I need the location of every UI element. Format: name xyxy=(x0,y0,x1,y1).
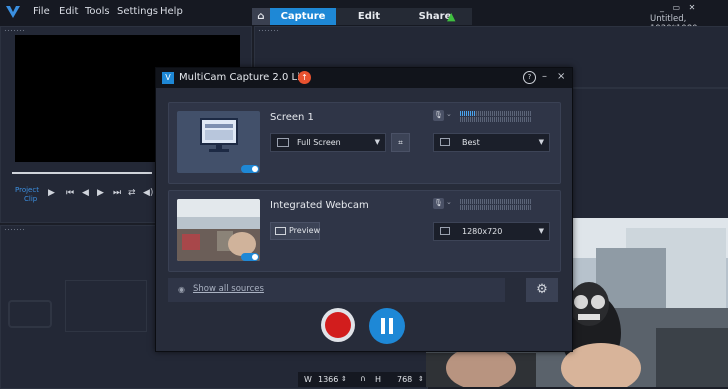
webcam-thumbnail xyxy=(177,199,260,261)
help-icon[interactable]: ? xyxy=(523,71,536,84)
capture-area-value: Full Screen xyxy=(297,138,341,147)
pause-button[interactable] xyxy=(369,308,405,344)
show-all-sources-link[interactable]: Show all sources xyxy=(193,284,264,294)
window-controls[interactable]: _ ▭ ✕ xyxy=(660,3,698,12)
camera-icon xyxy=(8,300,52,328)
resolution-icon xyxy=(440,227,450,235)
eye-hidden-icon: ◉ xyxy=(178,285,185,294)
audio-level-meter-track xyxy=(460,199,532,204)
mode-tabs: ⌂ Capture Edit Share xyxy=(252,8,472,25)
panel-grip xyxy=(4,228,26,231)
tab-share[interactable]: Share xyxy=(402,8,468,25)
audio-level-meter-track xyxy=(460,117,532,122)
close-icon[interactable]: × xyxy=(557,71,565,82)
minimize-icon[interactable]: – xyxy=(542,71,547,82)
tab-capture[interactable]: Capture xyxy=(270,8,336,25)
height-value[interactable]: 768 xyxy=(397,375,412,384)
record-button[interactable] xyxy=(321,308,355,342)
capture-size-bar: W 1366 ⇕ ∩ H 768 ⇕ xyxy=(298,372,426,387)
quality-icon xyxy=(440,138,450,146)
chevron-down-icon: ▼ xyxy=(538,227,544,235)
microphone-muted-icon[interactable]: 🎙 xyxy=(433,198,444,209)
resolution-dropdown[interactable]: 1280x720 ▼ xyxy=(433,222,550,241)
monitor-icon xyxy=(200,118,238,152)
microphone-icon[interactable]: 🎙 xyxy=(433,110,444,121)
menu-help[interactable]: Help xyxy=(160,6,183,17)
audio-level-meter-track xyxy=(476,111,532,116)
videostudio-watermark xyxy=(65,280,147,332)
multicam-logo-icon: V xyxy=(162,72,174,84)
chevron-down-icon: ▼ xyxy=(374,138,380,146)
source-webcam-card: Integrated Webcam 🎙 ⌄ Preview 1280x720 ▼ xyxy=(168,190,561,272)
crop-button[interactable]: ⌗ xyxy=(391,133,410,152)
screen-enable-toggle[interactable] xyxy=(241,165,259,173)
app-logo-icon xyxy=(6,6,20,18)
menu-tools[interactable]: Tools xyxy=(85,6,110,17)
aspect-lock-icon[interactable]: ∩ xyxy=(360,374,366,383)
panel-grip xyxy=(4,29,26,32)
dialog-title-bar[interactable]: V MultiCam Capture 2.0 Lite ↑ ? – × xyxy=(156,68,572,88)
mic-dropdown-icon[interactable]: ⌄ xyxy=(446,110,452,118)
quality-value: Best xyxy=(462,138,480,147)
play-icon[interactable]: ▶ xyxy=(48,188,55,198)
preview-label: Preview xyxy=(289,226,321,235)
menu-settings[interactable]: Settings xyxy=(117,6,158,17)
audio-level-meter-track xyxy=(460,205,532,210)
height-label: H xyxy=(375,375,382,384)
settings-gear-icon[interactable]: ⚙ xyxy=(526,278,558,302)
show-all-sources-bar: ◉ Show all sources xyxy=(168,278,505,302)
scrub-bar[interactable] xyxy=(12,172,152,174)
audio-level-meter xyxy=(460,111,476,116)
dialog-title: MultiCam Capture 2.0 Lite xyxy=(179,72,310,83)
update-icon[interactable]: ↑ xyxy=(298,71,311,84)
panel-grip xyxy=(258,29,280,32)
repeat-icon[interactable]: ⇄ xyxy=(128,188,136,198)
skip-end-icon[interactable]: ⏭ xyxy=(113,188,121,198)
step-forward-icon[interactable]: ▶ xyxy=(97,188,104,198)
multicam-capture-dialog: V MultiCam Capture 2.0 Lite ↑ ? – × Scre… xyxy=(155,67,573,352)
source-screen-card: Screen 1 🎙 ⌄ Full Screen ▼ ⌗ Best ▼ xyxy=(168,102,561,184)
preview-button[interactable]: Preview xyxy=(270,222,320,240)
mic-dropdown-icon[interactable]: ⌄ xyxy=(446,198,452,206)
width-label: W xyxy=(304,375,312,384)
webcam-enable-toggle[interactable] xyxy=(241,253,259,261)
chevron-down-icon: ▼ xyxy=(538,138,544,146)
capture-area-dropdown[interactable]: Full Screen ▼ xyxy=(270,133,386,152)
clip-mode-label[interactable]: Clip xyxy=(24,195,37,203)
menu-file[interactable]: File xyxy=(33,6,50,17)
skip-start-icon[interactable]: ⏮ xyxy=(66,188,74,198)
home-icon[interactable]: ⌂ xyxy=(252,8,270,25)
tab-edit[interactable]: Edit xyxy=(336,8,402,25)
width-value[interactable]: 1366 xyxy=(318,375,338,384)
menu-edit[interactable]: Edit xyxy=(59,6,78,17)
width-stepper-icon[interactable]: ⇕ xyxy=(341,375,347,383)
screen-region-icon xyxy=(277,138,289,147)
height-stepper-icon[interactable]: ⇕ xyxy=(418,375,424,383)
step-back-icon[interactable]: ◀ xyxy=(82,188,89,198)
volume-icon[interactable]: ◀) xyxy=(143,188,153,198)
project-mode-label[interactable]: Project xyxy=(15,186,39,194)
preview-icon xyxy=(275,227,286,235)
resolution-value: 1280x720 xyxy=(462,227,503,236)
upload-arrow-icon[interactable]: ▲ xyxy=(447,10,455,23)
quality-dropdown[interactable]: Best ▼ xyxy=(433,133,550,152)
screen-thumbnail xyxy=(177,111,260,173)
source-name-webcam: Integrated Webcam xyxy=(270,200,369,211)
source-name-screen: Screen 1 xyxy=(270,112,314,123)
